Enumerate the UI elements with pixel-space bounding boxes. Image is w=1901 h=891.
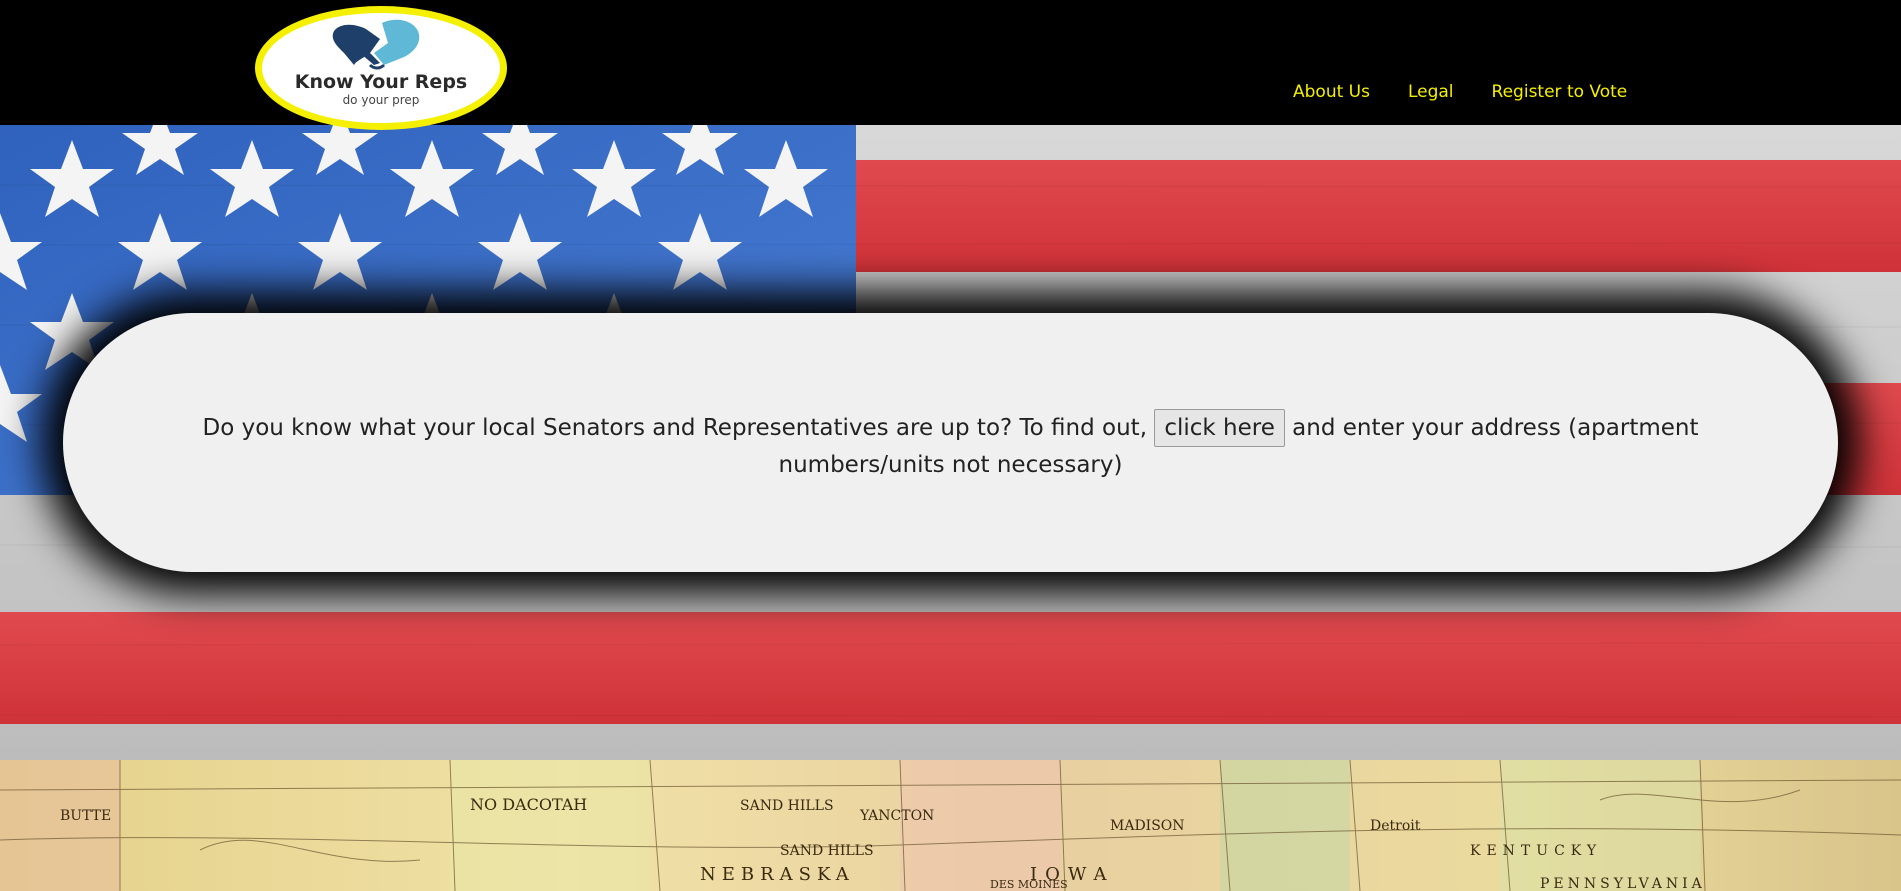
svg-text:SAND HILLS: SAND HILLS	[740, 798, 834, 814]
site-logo[interactable]: Know Your Reps do your prep	[255, 6, 507, 130]
click-here-button[interactable]: click here	[1154, 409, 1285, 447]
info-card-text: Do you know what your local Senators and…	[123, 409, 1778, 483]
svg-text:NO DACOTAH: NO DACOTAH	[470, 795, 587, 814]
svg-text:YANCTON: YANCTON	[859, 808, 934, 824]
handshake-icon	[332, 19, 420, 70]
svg-text:SAND HILLS: SAND HILLS	[780, 843, 874, 859]
svg-text:NEBRASKA: NEBRASKA	[700, 864, 855, 885]
logo-tagline: do your prep	[343, 93, 420, 107]
logo-title: Know Your Reps	[295, 71, 467, 93]
nav-link-legal[interactable]: Legal	[1408, 82, 1454, 102]
svg-text:DES MOINES: DES MOINES	[990, 878, 1068, 891]
main-nav: About Us Legal Register to Vote	[1293, 82, 1627, 102]
page: BUTTE NO DACOTAH SAND HILLS SAND HILLS N…	[0, 0, 1901, 891]
antique-map-background: BUTTE NO DACOTAH SAND HILLS SAND HILLS N…	[0, 760, 1901, 891]
svg-text:Detroit: Detroit	[1370, 818, 1421, 834]
svg-text:BUTTE: BUTTE	[60, 808, 111, 824]
nav-link-about-us[interactable]: About Us	[1293, 82, 1370, 102]
svg-text:KENTUCKY: KENTUCKY	[1470, 843, 1602, 859]
svg-text:PENNSYLVANIA: PENNSYLVANIA	[1540, 876, 1706, 891]
info-card: Do you know what your local Senators and…	[63, 313, 1838, 572]
svg-text:MADISON: MADISON	[1110, 818, 1185, 834]
nav-link-register-to-vote[interactable]: Register to Vote	[1492, 82, 1628, 102]
info-text-before: Do you know what your local Senators and…	[202, 415, 1155, 441]
